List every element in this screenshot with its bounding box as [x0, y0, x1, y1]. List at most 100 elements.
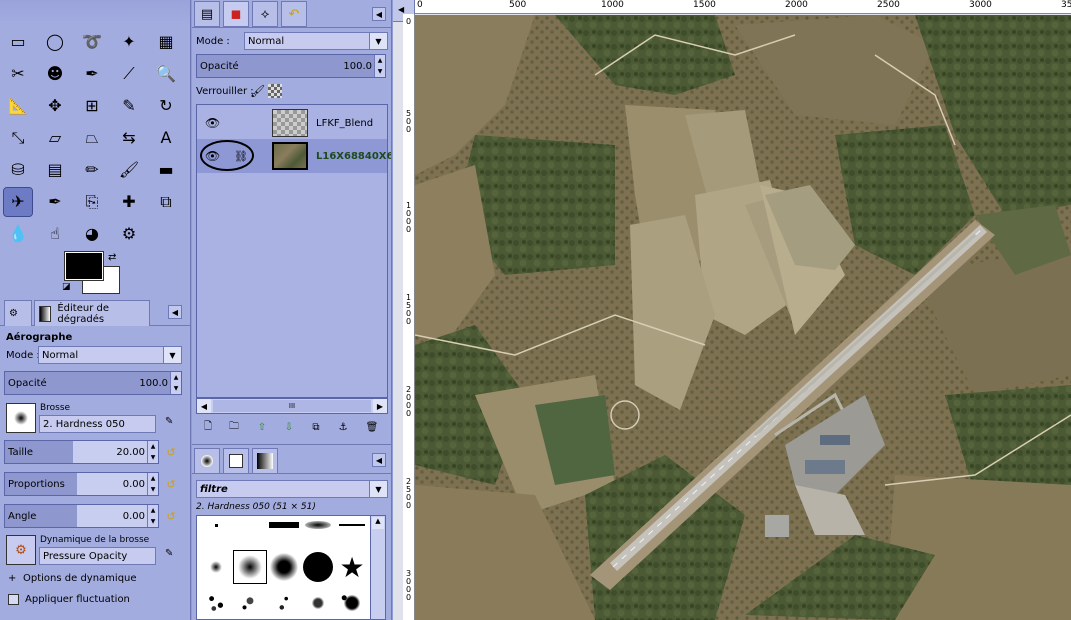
dynamics-options-expander[interactable]: Options de dynamique	[23, 573, 137, 584]
brush-item[interactable]	[199, 518, 233, 532]
brush-preview[interactable]	[6, 403, 36, 433]
color-select-icon[interactable]: ▦	[152, 28, 180, 56]
jitter-checkbox[interactable]	[8, 594, 19, 605]
fuzzy-select-icon[interactable]: ✦	[115, 28, 143, 56]
ellipse-select-icon[interactable]: ◯	[41, 28, 69, 56]
swap-colors-icon[interactable]: ⇄	[108, 252, 116, 263]
brush-item[interactable]: ★	[335, 550, 369, 584]
reset-aspect-icon[interactable]: ↺	[164, 477, 178, 491]
reset-angle-icon[interactable]: ↺	[164, 509, 178, 523]
layer-row[interactable]: 👁 LFKF_Blend	[197, 106, 387, 140]
scroll-up-icon[interactable]: ▲	[372, 517, 384, 529]
foreground-color-swatch[interactable]	[64, 251, 104, 281]
color-picker-icon[interactable]: ⟋	[115, 60, 143, 88]
rotate-icon[interactable]: ↻	[152, 92, 180, 120]
delete-layer-icon[interactable]: 🗑	[364, 420, 380, 434]
edit-dynamics-icon[interactable]: ✎	[165, 548, 179, 562]
measure-icon[interactable]: 📐	[4, 92, 32, 120]
lock-pixels-icon[interactable]: 🖌	[250, 84, 265, 98]
horizontal-ruler[interactable]: 0 500 1000 1500 2000 2500 3000 350	[415, 0, 1071, 14]
eraser-icon[interactable]: ▬	[152, 156, 180, 184]
size-slider[interactable]: Taille 20.00 ▲ ▼	[4, 440, 159, 464]
angle-slider[interactable]: Angle 0.00 ▲ ▼	[4, 504, 159, 528]
pencil-icon[interactable]: ✏	[78, 156, 106, 184]
tab-patterns[interactable]	[223, 448, 249, 474]
perspective-clone-icon[interactable]: ⧉	[152, 188, 180, 216]
brush-field[interactable]: 2. Hardness 050	[39, 415, 156, 433]
layer-row[interactable]: 👁 ⛓ L16X68840X68	[197, 139, 391, 173]
mode-select[interactable]: Normal ▼	[38, 346, 182, 364]
new-layer-icon[interactable]: 🗋	[200, 420, 216, 434]
layer-opacity-stepper[interactable]: ▲ ▼	[374, 55, 385, 77]
new-layer-group-icon[interactable]: 🗀	[226, 420, 242, 434]
opacity-stepper[interactable]: ▲ ▼	[170, 372, 181, 394]
clone-icon[interactable]: ⎘	[78, 188, 106, 216]
brush-grid-scrollbar[interactable]: ▲	[370, 515, 386, 620]
airbrush-icon[interactable]: ✈	[3, 187, 33, 217]
aspect-stepper[interactable]: ▲ ▼	[147, 473, 158, 495]
dynamics-field[interactable]: Pressure Opacity	[39, 547, 156, 565]
lower-layer-icon[interactable]: ⇩	[281, 420, 297, 434]
gegl-icon[interactable]: ⚙	[115, 220, 143, 248]
layer-list-scrollbar[interactable]: ◀ III ▶	[196, 398, 388, 414]
angle-stepper[interactable]: ▲ ▼	[147, 505, 158, 527]
default-colors-icon[interactable]: ◪	[62, 282, 71, 292]
blur-icon[interactable]: 💧	[4, 220, 32, 248]
chain-link-icon[interactable]: ⛓	[234, 150, 248, 163]
layer-opacity-slider[interactable]: Opacité 100.0 ▲ ▼	[196, 54, 386, 78]
dock-menu-button[interactable]: ◀	[372, 7, 386, 21]
scroll-right-icon[interactable]: ▶	[373, 399, 387, 413]
layer-mode-select[interactable]: Normal ▼	[244, 32, 388, 50]
brush-item[interactable]	[199, 550, 233, 584]
dodge-burn-icon[interactable]: ◕	[78, 220, 106, 248]
edit-brush-icon[interactable]: ✎	[165, 416, 179, 430]
lock-alpha-icon[interactable]	[268, 84, 282, 98]
tab-paths[interactable]: ⟡	[252, 1, 278, 27]
heal-icon[interactable]: ✚	[115, 188, 143, 216]
duplicate-layer-icon[interactable]: ⧉	[308, 420, 324, 434]
bucket-fill-icon[interactable]: ⛁	[4, 156, 32, 184]
smudge-icon[interactable]: ☝	[41, 220, 69, 248]
ink-icon[interactable]: ✒	[41, 188, 69, 216]
brush-item[interactable]	[301, 518, 335, 532]
rect-select-icon[interactable]: ▭	[4, 28, 32, 56]
tab-gradients[interactable]	[252, 448, 278, 474]
perspective-icon[interactable]: ⏢	[78, 124, 106, 152]
dynamics-preview[interactable]: ⚙	[6, 535, 36, 565]
aspect-slider[interactable]: Proportions 0.00 ▲ ▼	[4, 472, 159, 496]
tab-tool-options[interactable]: ⚙	[4, 300, 32, 326]
opacity-slider[interactable]: Opacité 100.0 ▲ ▼	[4, 371, 182, 395]
shear-icon[interactable]: ▱	[41, 124, 69, 152]
tab-gradient-editor[interactable]: Éditeur de dégradés	[34, 300, 150, 326]
brush-item[interactable]	[267, 550, 301, 584]
scroll-left-icon[interactable]: ◀	[197, 399, 211, 413]
tab-undo[interactable]: ↶	[281, 1, 307, 27]
brush-item-selected[interactable]	[233, 550, 267, 584]
brush-item[interactable]	[301, 586, 335, 620]
brush-item[interactable]	[335, 586, 369, 620]
foreground-select-icon[interactable]: ☻	[41, 60, 69, 88]
scissors-icon[interactable]: ✂	[4, 60, 32, 88]
vertical-ruler[interactable]: 0 500 1000 1500 2000 2500 3000	[403, 14, 415, 620]
aerial-image[interactable]	[415, 15, 1071, 620]
lasso-icon[interactable]: ➰	[78, 28, 106, 56]
crop-icon[interactable]: ✎	[115, 92, 143, 120]
move-icon[interactable]: ✥	[41, 92, 69, 120]
brush-item[interactable]	[233, 586, 267, 620]
brush-item[interactable]	[199, 586, 233, 620]
tab-channels[interactable]: ◼	[223, 1, 249, 27]
align-icon[interactable]: ⊞	[78, 92, 106, 120]
reset-size-icon[interactable]: ↺	[164, 445, 178, 459]
visibility-eye-icon[interactable]: 👁	[205, 149, 220, 163]
size-stepper[interactable]: ▲ ▼	[147, 441, 158, 463]
zoom-icon[interactable]: 🔍	[152, 60, 180, 88]
visibility-eye-icon[interactable]: 👁	[205, 116, 220, 130]
brush-filter-select[interactable]: filtre ▼	[196, 480, 388, 498]
paintbrush-icon[interactable]: 🖌	[115, 156, 143, 184]
brush-dock-menu-button[interactable]: ◀	[372, 453, 386, 467]
tab-brushes[interactable]	[194, 448, 220, 474]
anchor-layer-icon[interactable]: ⚓	[335, 420, 351, 434]
brush-item[interactable]	[301, 550, 335, 584]
paths-icon[interactable]: ✒	[78, 60, 106, 88]
brush-item[interactable]	[335, 518, 369, 532]
